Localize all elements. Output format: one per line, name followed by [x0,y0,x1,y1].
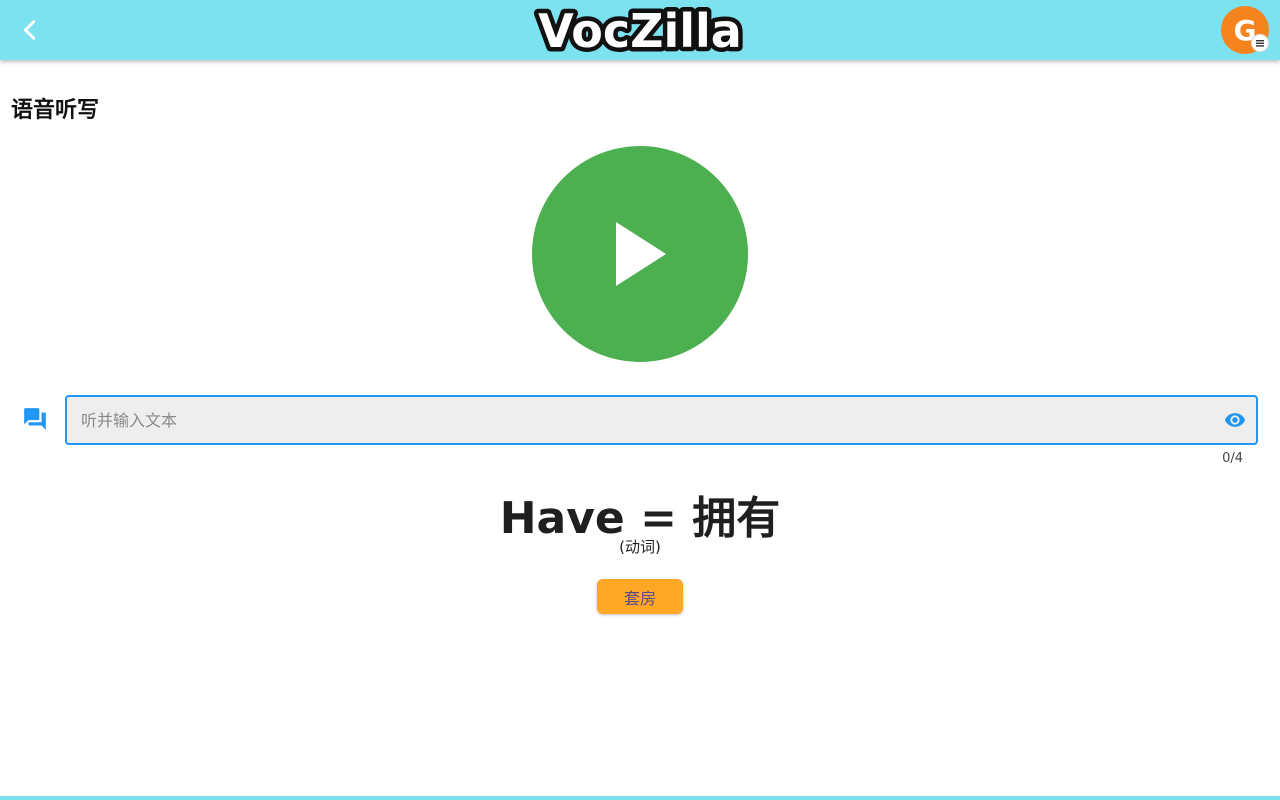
app-logo: VocZilla VocZilla [534,4,747,56]
logo-text: VocZilla [538,4,742,56]
part-of-speech: (动词) [619,538,661,556]
dictation-input-container [65,395,1258,445]
back-button[interactable] [12,12,48,48]
bottom-bar [0,796,1280,800]
play-audio-button[interactable] [532,146,748,362]
play-icon [616,222,666,286]
top-app-bar: VocZilla VocZilla G [0,0,1280,60]
page-title: 语音听写 [11,98,100,123]
category-tag-button[interactable]: 套房 [597,579,683,614]
menu-icon [1251,34,1269,52]
user-avatar[interactable]: G [1221,6,1269,54]
eye-icon[interactable] [1222,409,1248,431]
character-counter: 0/4 [1222,451,1243,466]
dictation-input[interactable] [67,397,1217,443]
chevron-left-icon [23,20,36,40]
chat-icon [24,408,46,430]
